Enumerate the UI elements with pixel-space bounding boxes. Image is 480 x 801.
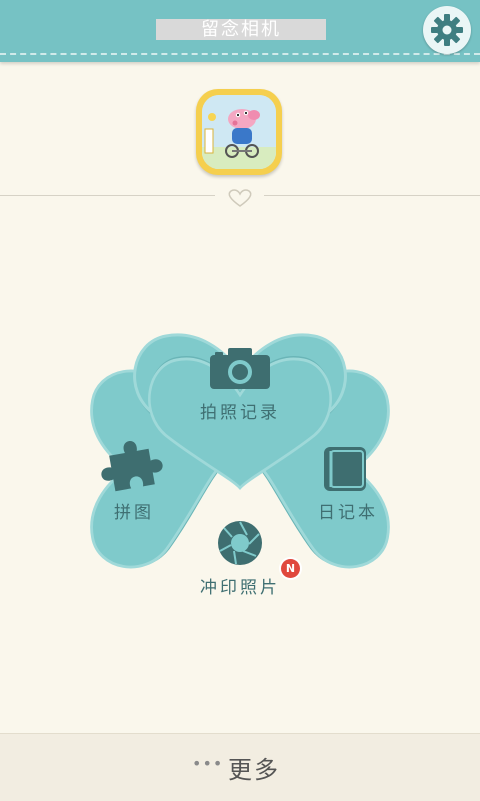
shutter-icon <box>218 521 262 565</box>
print-label: 冲印照片 <box>200 578 280 598</box>
more-label: 更多 <box>228 756 280 784</box>
diary-label: 日记本 <box>318 503 378 523</box>
notebook-icon <box>324 447 366 491</box>
more-button[interactable]: ••• 更多 <box>0 733 480 801</box>
puzzle-label: 拼图 <box>114 503 154 523</box>
new-badge: N <box>281 559 300 578</box>
take-photo-label: 拍照记录 <box>200 403 280 423</box>
more-dots-icon: ••• <box>192 754 224 773</box>
